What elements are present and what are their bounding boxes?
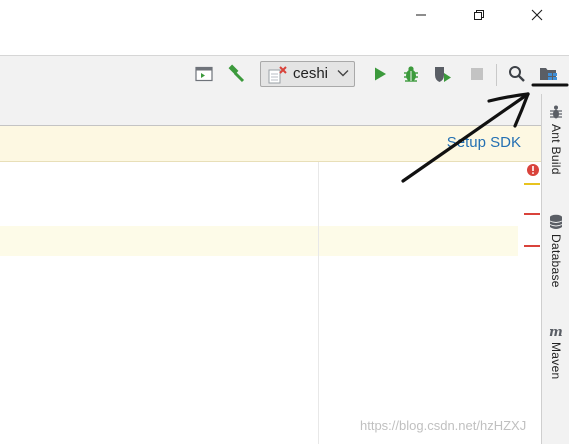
search-icon [509,66,525,82]
stop-icon [471,68,483,80]
right-margin-guide [318,162,319,444]
build-button[interactable] [224,62,248,86]
code-editor[interactable] [0,162,518,444]
toolbar-separator [496,64,497,86]
config-file-error-icon [268,66,287,84]
warning-stripe-mark[interactable] [524,183,540,185]
maven-tool-button[interactable]: m Maven [542,324,569,380]
ant-icon [550,105,562,119]
ant-build-label: Ant Build [549,124,563,175]
close-button[interactable] [514,0,560,30]
window-title-bar [0,0,569,30]
run-button[interactable] [368,62,392,86]
editor-tab-bar [0,94,541,126]
database-tool-button[interactable]: Database [542,214,569,288]
right-tool-window-bar: Ant Build Database m Maven [541,94,569,444]
terminal-icon [195,66,213,82]
minimize-icon [416,14,426,16]
error-stripe-mark[interactable] [524,213,540,215]
error-stripe [518,162,541,444]
terminal-button[interactable] [192,62,216,86]
run-configuration-dropdown[interactable]: ceshi [260,61,355,87]
run-icon [375,67,386,81]
database-label: Database [549,234,563,288]
sdk-notification-banner: Setup SDK [0,126,541,162]
search-everywhere-button[interactable] [505,62,529,86]
error-indicator-icon[interactable] [526,163,540,177]
minimize-button[interactable] [398,0,444,30]
project-structure-icon [540,68,557,80]
main-toolbar: ceshi [0,55,569,95]
editor-area: Setup SDK [0,94,541,444]
database-icon [549,214,563,229]
watermark-text: https://blog.csdn.net/hzHZXJ [360,418,527,433]
close-icon [531,9,543,21]
maven-label: Maven [549,342,563,380]
run-configuration-label: ceshi [293,65,329,82]
debug-icon [404,66,418,82]
run-with-coverage-button[interactable] [431,62,455,86]
project-structure-button[interactable] [537,62,561,86]
error-stripe-mark[interactable] [524,245,540,247]
stop-button[interactable] [465,62,489,86]
ant-build-tool-button[interactable]: Ant Build [542,104,569,175]
coverage-icon [435,67,451,82]
maven-icon: m [549,325,563,338]
build-hammer-icon [228,64,245,83]
setup-sdk-link[interactable]: Setup SDK [447,134,521,151]
chevron-down-icon [337,70,349,77]
current-line-highlight [0,226,518,256]
restore-icon [474,10,484,20]
debug-button[interactable] [399,62,423,86]
svg-text:m: m [549,325,563,338]
restore-button[interactable] [456,0,502,30]
